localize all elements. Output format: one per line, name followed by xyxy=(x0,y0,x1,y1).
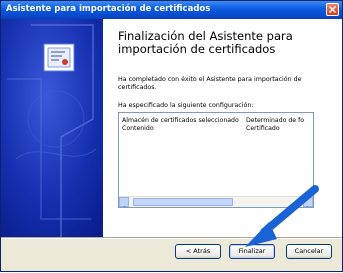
scroll-thumb[interactable] xyxy=(133,198,233,206)
window-title: Asistente para importación de certificad… xyxy=(6,4,211,14)
certificate-icon xyxy=(43,43,75,72)
title-bar[interactable]: Asistente para importación de certificad… xyxy=(1,1,342,19)
wizard-window: Asistente para importación de certificad… xyxy=(0,0,343,272)
setting-key: Almacén de certificados seleccionado xyxy=(122,117,239,124)
completed-text: Ha completado con éxito el Asistente par… xyxy=(118,76,302,91)
chevron-right-icon xyxy=(306,206,309,207)
cancel-button[interactable]: Cancelar xyxy=(286,244,332,259)
wizard-content: Finalización del Asistente para importac… xyxy=(103,19,342,237)
horizontal-scrollbar[interactable] xyxy=(119,196,313,207)
close-icon xyxy=(329,6,336,13)
scroll-left-button[interactable] xyxy=(119,197,129,207)
config-label: Ha especificado la siguiente configuraci… xyxy=(118,102,254,109)
back-button[interactable]: < Atrás xyxy=(175,244,221,259)
button-separator xyxy=(1,237,342,239)
page-title: Finalización del Asistente para importac… xyxy=(118,29,293,56)
close-button[interactable] xyxy=(326,3,339,16)
finish-button[interactable]: Finalizar xyxy=(229,244,275,259)
scroll-right-button[interactable] xyxy=(303,197,313,207)
setting-key: Contenido xyxy=(122,125,154,132)
chevron-left-icon xyxy=(123,206,126,207)
settings-list[interactable]: Almacén de certificados seleccionado Det… xyxy=(118,112,314,208)
setting-value: Determinado de fo xyxy=(246,117,305,124)
wizard-banner xyxy=(1,19,103,237)
setting-value: Certificado xyxy=(246,125,280,132)
